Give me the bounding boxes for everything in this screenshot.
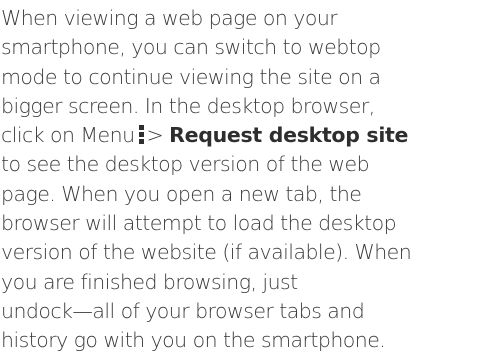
menu-instruction-text: click on Menu [1,123,135,148]
text-line-9: version of the website (if available). W… [1,240,412,265]
instruction-page: When viewing a web page on your smartpho… [0,0,490,352]
text-line-2: smartphone, you can switch to webtop [1,35,381,60]
text-line-6: to see the desktop version of the web [1,152,370,177]
text-line-1: When viewing a web page on your [1,6,338,30]
text-line-11: undock—all of your browser tabs and [1,298,365,323]
instruction-paragraph: When viewing a web page on your smartpho… [1,4,490,356]
menu-path-separator: > [146,123,164,148]
text-line-8: browser will attempt to load the desktop [1,211,397,236]
text-line-7: page. When you open a new tab, the [1,181,362,206]
vertical-ellipsis-menu-icon [138,125,144,145]
request-desktop-site-label: Request desktop site [169,123,409,148]
text-line-5: click on Menu > Request desktop site [1,121,490,150]
text-line-10: you are finished browsing, just [1,269,298,294]
text-line-12: history go with you on the smartphone. [1,328,386,353]
text-line-3: mode to continue viewing the site on a [1,64,381,89]
text-line-4: bigger screen. In the desktop browser, [1,93,375,118]
